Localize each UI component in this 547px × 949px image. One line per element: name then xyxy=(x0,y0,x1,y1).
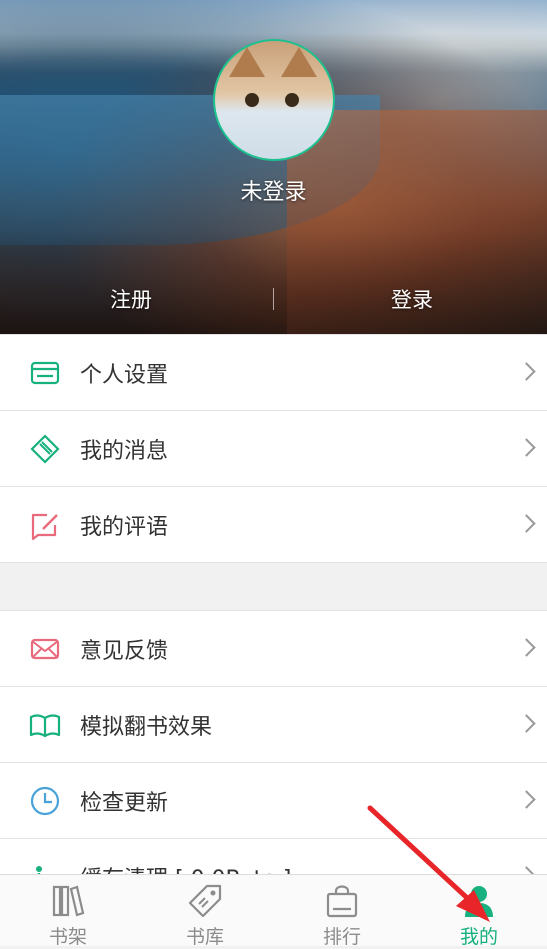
edit-comment-icon xyxy=(31,513,58,541)
chevron-right-icon xyxy=(517,714,536,733)
menu-group-1: 个人设置 我的消息 我的评语 xyxy=(0,334,547,563)
menu-item-label: 检查更新 xyxy=(80,790,169,816)
menu-item-label: 我的消息 xyxy=(80,438,169,464)
menu-item-label: 模拟翻书效果 xyxy=(80,714,213,740)
tab-ranking[interactable]: 排行 xyxy=(274,875,410,948)
ticket-icon xyxy=(30,434,60,464)
register-button[interactable]: 注册 xyxy=(110,284,152,314)
clock-icon xyxy=(30,786,60,816)
menu-item-label: 意见反馈 xyxy=(80,638,169,664)
menu-item-label: 我的评语 xyxy=(80,514,169,540)
menu-item-feedback[interactable]: 意见反馈 xyxy=(0,611,547,687)
book-open-icon xyxy=(29,714,61,738)
menu-item-page-flip-effect[interactable]: 模拟翻书效果 xyxy=(0,687,547,763)
shopping-bag-icon xyxy=(326,885,358,918)
wallet-icon xyxy=(30,361,60,385)
menu-item-label: 个人设置 xyxy=(80,362,169,388)
chevron-right-icon xyxy=(517,362,536,381)
person-icon xyxy=(465,886,493,917)
chevron-right-icon xyxy=(517,638,536,657)
login-status: 未登录 xyxy=(240,180,307,205)
chevron-right-icon xyxy=(517,514,536,533)
auth-divider xyxy=(273,288,274,310)
menu-item-my-comments[interactable]: 我的评语 xyxy=(0,487,547,563)
tab-mine[interactable]: 我的 xyxy=(411,875,547,948)
chevron-right-icon xyxy=(517,438,536,457)
tab-library[interactable]: 书库 xyxy=(137,875,273,948)
menu-item-my-messages[interactable]: 我的消息 xyxy=(0,411,547,487)
login-button[interactable]: 登录 xyxy=(391,284,433,314)
menu-item-check-update[interactable]: 检查更新 xyxy=(0,763,547,839)
bookshelf-icon xyxy=(52,885,85,917)
profile-header: 未登录 注册 登录 xyxy=(0,0,547,334)
menu-item-personal-settings[interactable]: 个人设置 xyxy=(0,335,547,411)
bottom-tab-bar: 书架 书库 排行 我的 xyxy=(0,874,547,948)
tag-icon xyxy=(188,884,222,918)
chevron-right-icon xyxy=(517,790,536,809)
menu-group-2: 意见反馈 模拟翻书效果 检查更新 缓存清理 [ 0.0Byte ] xyxy=(0,610,547,915)
tab-bookshelf[interactable]: 书架 xyxy=(0,875,136,948)
avatar[interactable] xyxy=(213,39,335,161)
mail-icon xyxy=(30,638,60,660)
